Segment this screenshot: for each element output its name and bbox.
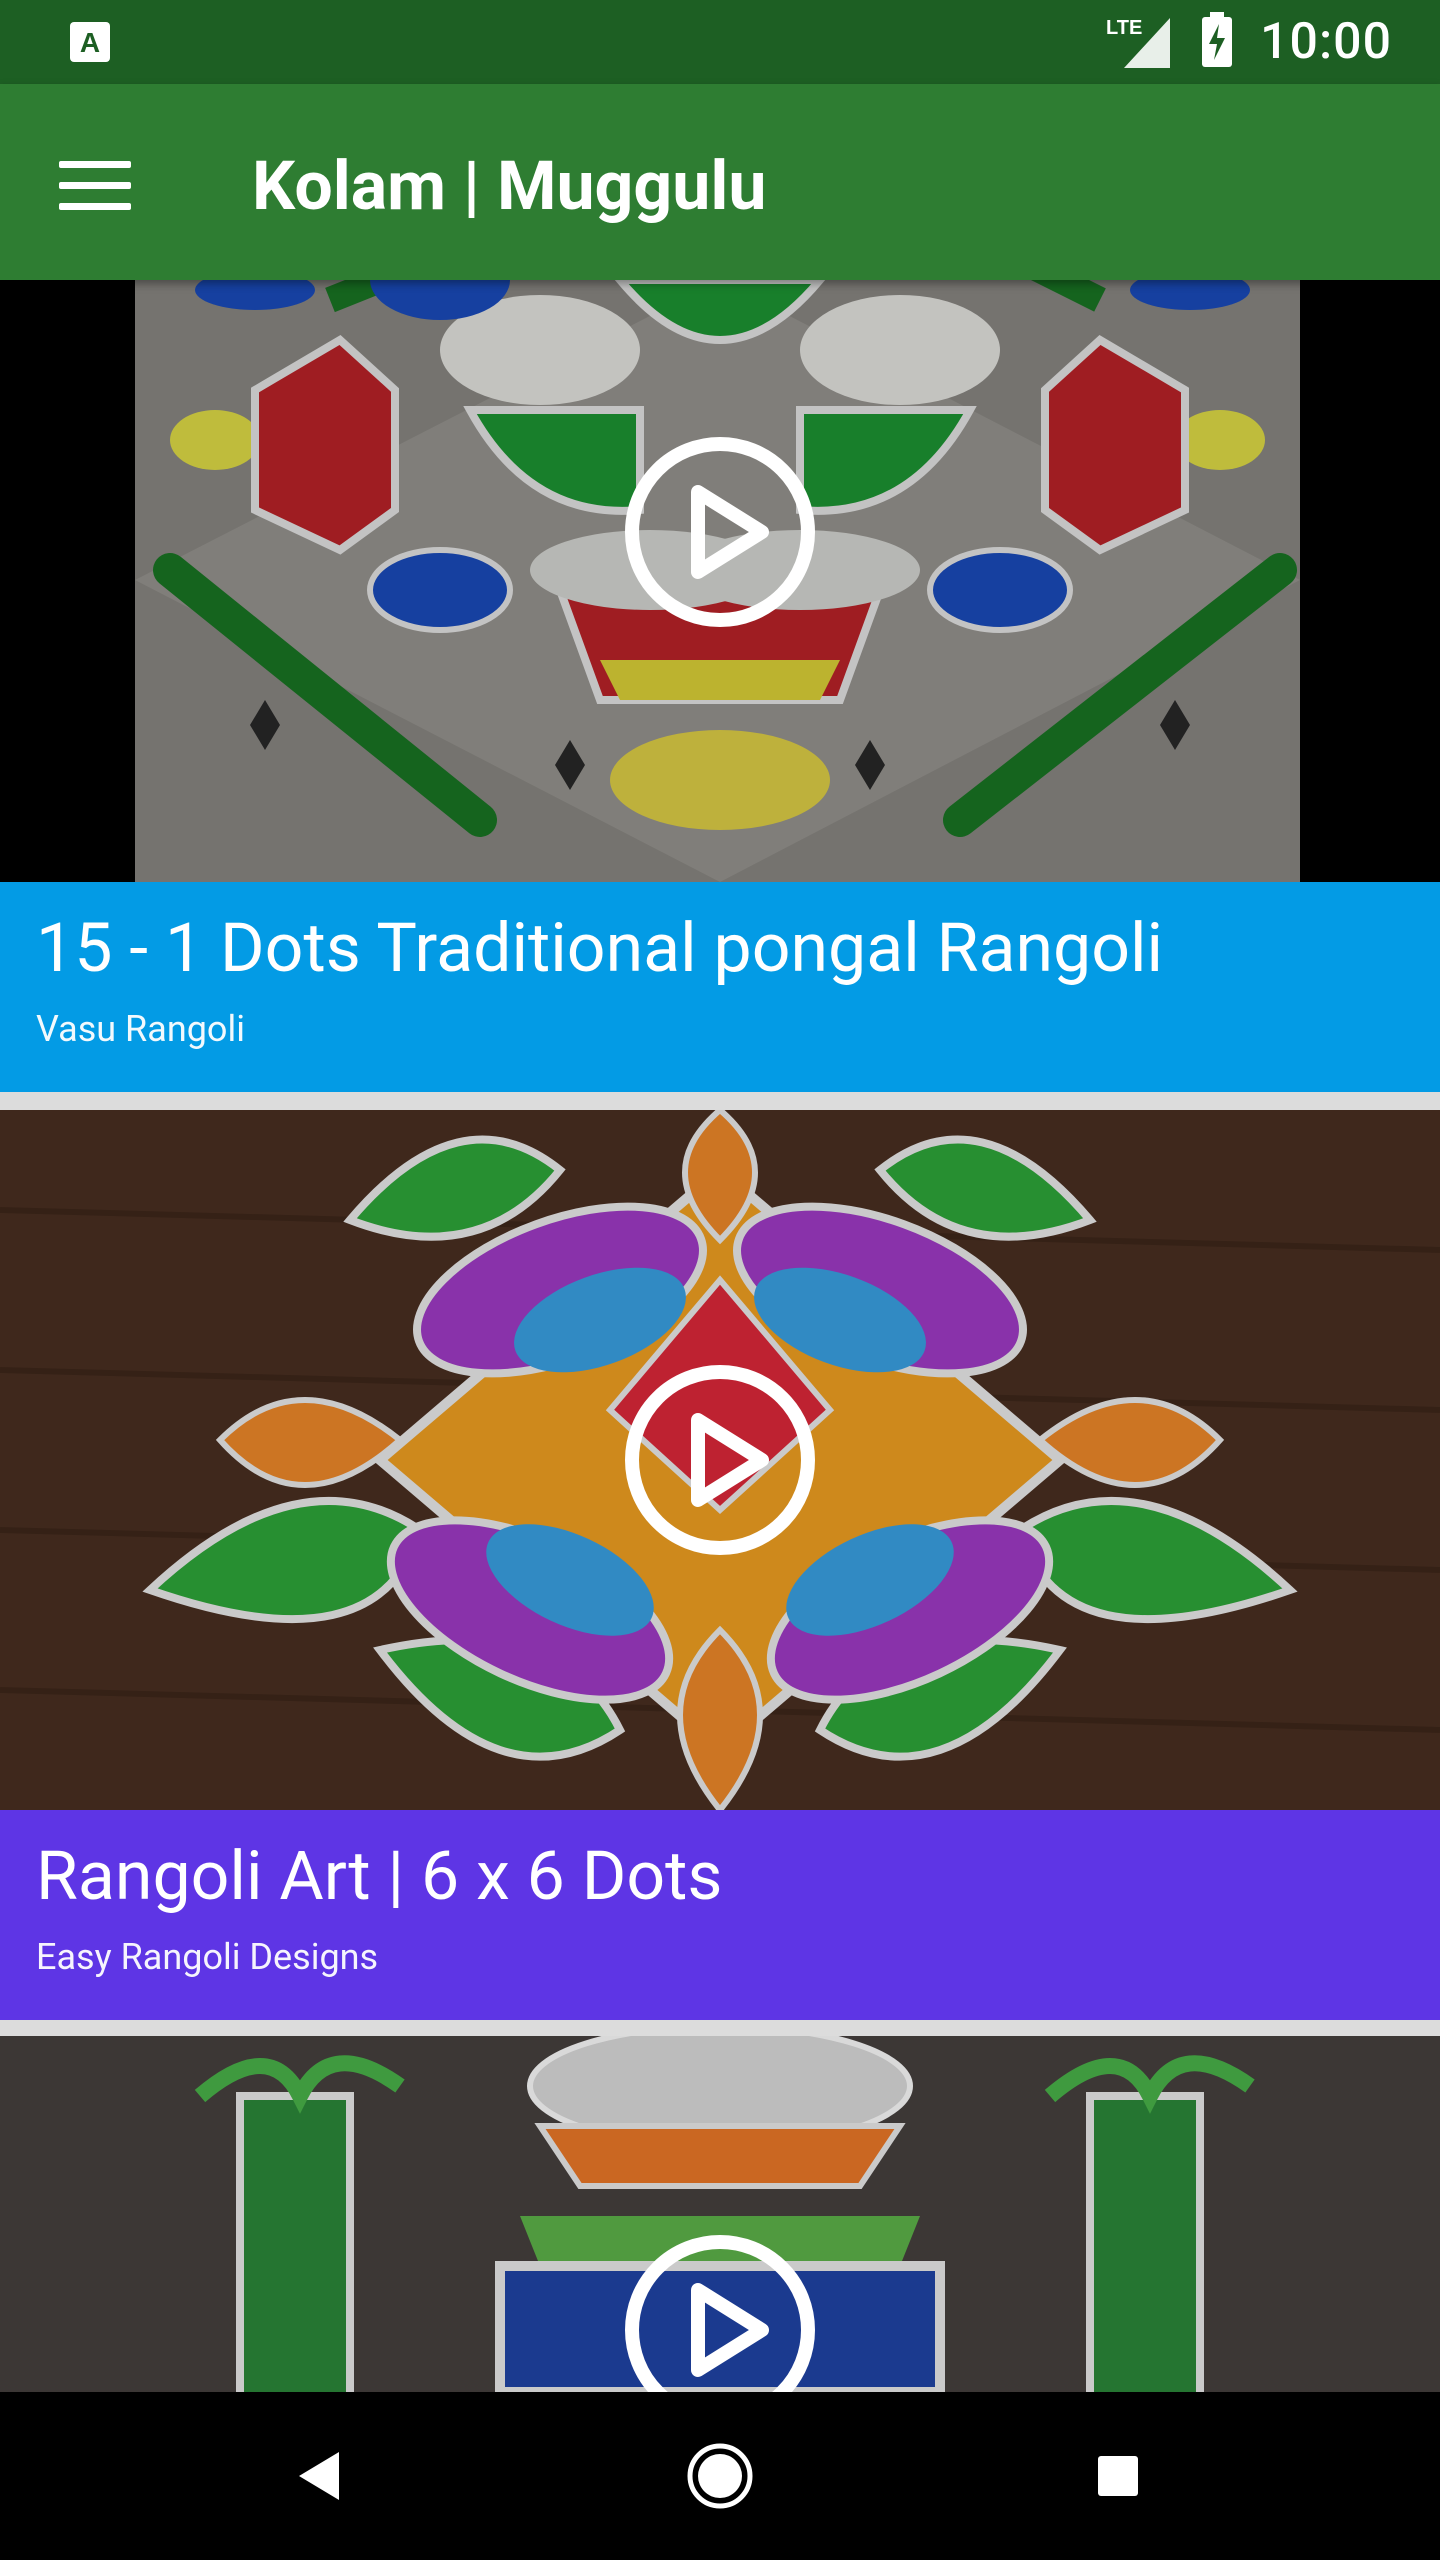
video-thumbnail[interactable]: [0, 280, 1440, 882]
video-card[interactable]: Rangoli Art | 6 x 6 Dots Easy Rangoli De…: [0, 1110, 1440, 2020]
video-card[interactable]: 15 - 1 Dots Traditional pongal Rangoli V…: [0, 280, 1440, 1092]
video-info-bar[interactable]: 15 - 1 Dots Traditional pongal Rangoli V…: [0, 882, 1440, 1092]
app-notification-icon: A: [66, 18, 114, 66]
video-info-bar[interactable]: Rangoli Art | 6 x 6 Dots Easy Rangoli De…: [0, 1810, 1440, 2020]
video-channel: Vasu Rangoli: [36, 1008, 245, 1050]
system-navigation-bar: [0, 2392, 1440, 2560]
video-thumbnail[interactable]: [0, 1110, 1440, 1810]
video-thumbnail[interactable]: [0, 2036, 1440, 2392]
play-icon[interactable]: [622, 434, 818, 630]
home-icon[interactable]: [672, 2428, 768, 2524]
svg-text:A: A: [80, 27, 100, 58]
back-icon[interactable]: [272, 2428, 368, 2524]
video-title: 15 - 1 Dots Traditional pongal Rangoli: [36, 908, 1164, 988]
page-title: Kolam | Muggulu: [252, 146, 767, 226]
recents-icon[interactable]: [1070, 2428, 1166, 2524]
play-icon[interactable]: [622, 1362, 818, 1558]
video-title: Rangoli Art | 6 x 6 Dots: [36, 1836, 723, 1916]
network-label: LTE: [1106, 17, 1142, 39]
video-channel: Easy Rangoli Designs: [36, 1936, 379, 1978]
hamburger-menu-icon[interactable]: [40, 130, 150, 240]
battery-charging-icon: [1200, 12, 1234, 72]
video-feed[interactable]: 15 - 1 Dots Traditional pongal Rangoli V…: [0, 280, 1440, 2392]
lte-signal-icon: LTE: [1104, 12, 1174, 72]
video-card[interactable]: [0, 2036, 1440, 2392]
status-time: 10:00: [1260, 13, 1392, 71]
play-icon[interactable]: [622, 2232, 818, 2392]
app-toolbar: Kolam | Muggulu: [0, 84, 1440, 280]
status-bar: A LTE 10:00: [0, 0, 1440, 84]
